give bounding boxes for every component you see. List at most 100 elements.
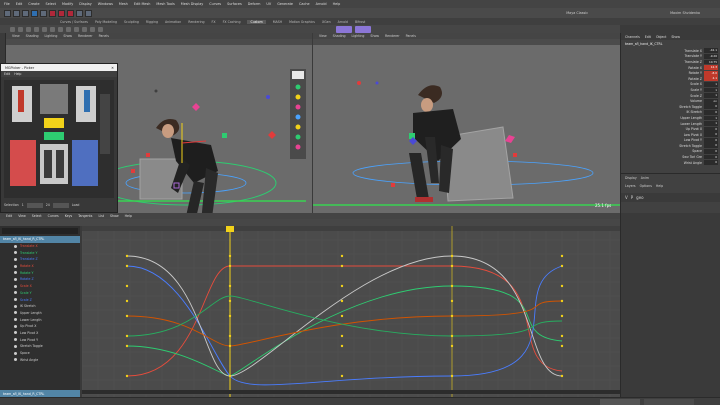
shelf-tool-icon[interactable] <box>82 26 87 32</box>
graph-menu-item-4[interactable]: Keys <box>65 214 72 218</box>
channel-tab-3[interactable]: Show <box>671 35 680 39</box>
graph-menu-item-6[interactable]: List <box>98 214 104 218</box>
channel-value-field[interactable]: -42.1 <box>704 48 718 54</box>
picker-button[interactable] <box>100 94 110 154</box>
menu-item-1[interactable]: Edit <box>16 2 23 6</box>
picker-field[interactable] <box>26 202 43 208</box>
menu-item-12[interactable]: Surfaces <box>227 2 242 6</box>
curve-list-item[interactable]: Low Pivot Y <box>0 336 80 343</box>
channel-node-name[interactable]: team_sfl_hand_IK_CTRL <box>621 40 720 48</box>
menu-item-4[interactable]: Modify <box>62 2 73 6</box>
curve-list-item[interactable]: Rotate Z <box>0 276 80 283</box>
shelf-tab-5[interactable]: Rendering <box>188 20 204 24</box>
menu-item-16[interactable]: Cache <box>299 2 310 6</box>
shelf-tab-0[interactable]: Curves / Surfaces <box>60 20 88 24</box>
curve-list-item[interactable]: Low Pivot X <box>0 330 80 337</box>
picker-button[interactable] <box>84 90 90 112</box>
shelf-tab-6[interactable]: FX <box>212 20 216 24</box>
layer-tab-1[interactable]: Anim <box>641 176 649 180</box>
picker-footer-mid[interactable]: 24 <box>46 203 50 207</box>
eye-icon[interactable] <box>14 318 17 322</box>
menu-item-7[interactable]: Mesh <box>119 2 128 6</box>
menu-item-9[interactable]: Mesh Tools <box>156 2 174 6</box>
curve-list-item[interactable]: Stretch Toggle <box>0 343 80 350</box>
channel-row[interactable]: Wrist Angle 0 <box>621 160 720 166</box>
shelf-tab-7[interactable]: FX Caching <box>223 20 241 24</box>
channel-value-field[interactable]: 1 <box>704 87 718 93</box>
curve-list-item[interactable]: Space <box>0 350 80 357</box>
channel-value-field[interactable]: 0 <box>704 126 718 132</box>
picker-button[interactable] <box>40 84 68 114</box>
channel-value-field[interactable]: 0 <box>704 132 718 138</box>
save-scene-icon[interactable] <box>22 9 29 17</box>
graph-menu-item-3[interactable]: Curves <box>48 214 59 218</box>
layer-tab-0[interactable]: Display <box>625 176 637 180</box>
curve-list-item[interactable]: Upper Length <box>0 310 80 317</box>
channel-value-field[interactable]: 10.75 <box>704 59 718 65</box>
channel-tab-0[interactable]: Channels <box>625 35 640 39</box>
curve-list-item[interactable]: Translate Z <box>0 256 80 263</box>
outliner-node[interactable]: team_sfl_IK_hand_R_CTRL <box>0 236 80 243</box>
graph-menu-item-2[interactable]: Select <box>32 214 42 218</box>
outliner-node-bottom[interactable]: team_sfl_IK_hand_R_CTRL <box>0 390 80 397</box>
eye-icon[interactable] <box>14 251 17 255</box>
channel-value-field[interactable]: 0 <box>704 137 718 143</box>
shelf-tab-1[interactable]: Poly Modeling <box>95 20 117 24</box>
menu-item-17[interactable]: Arnold <box>316 2 327 6</box>
curve-list-item[interactable]: Rotate X <box>0 263 80 270</box>
shelf-tool-icon[interactable] <box>90 26 95 32</box>
curve-list-item[interactable]: Lower Length <box>0 316 80 323</box>
shelf-tool-icon[interactable] <box>26 26 31 32</box>
channel-value-field[interactable]: 0 <box>704 154 718 160</box>
eye-icon[interactable] <box>14 291 17 295</box>
eye-icon[interactable] <box>14 271 17 275</box>
layer-menu-item-1[interactable]: Options <box>640 184 652 188</box>
time-slider[interactable] <box>0 397 720 405</box>
layer-menu-item-2[interactable]: Help <box>656 184 663 188</box>
channel-value-field[interactable]: 0 <box>704 104 718 110</box>
picker-canvas[interactable] <box>4 80 114 198</box>
menu-item-18[interactable]: Help <box>333 2 341 6</box>
layer-menu-item-0[interactable]: Layers <box>625 184 636 188</box>
snap-curve-icon[interactable] <box>58 9 65 17</box>
layer-name[interactable]: geo <box>636 195 643 200</box>
channel-value-field[interactable]: -8.0 <box>704 70 718 76</box>
eye-icon[interactable] <box>14 244 17 248</box>
shelf-custom-icon[interactable] <box>336 25 352 33</box>
shelf-tab-2[interactable]: Sculpting <box>124 20 139 24</box>
menu-item-10[interactable]: Mesh Display <box>181 2 204 6</box>
shelf-tab-13[interactable]: Bifrost <box>355 20 365 24</box>
picker-menu-item-0[interactable]: Edit <box>4 72 10 76</box>
new-scene-icon[interactable] <box>4 9 11 17</box>
graph-menu-item-8[interactable]: Help <box>125 214 132 218</box>
channel-value-field[interactable]: on <box>704 98 718 104</box>
shelf-tab-12[interactable]: Arnold <box>338 20 348 24</box>
picker-window[interactable]: MGPicker - Picker ✕ Edit Help Selection 1… <box>0 63 118 213</box>
channel-value-field[interactable]: 0 <box>704 160 718 166</box>
curve-list-item[interactable]: Translate X <box>0 243 80 250</box>
channel-value-field[interactable]: 4.1 <box>704 76 718 82</box>
picker-load-button[interactable]: Load <box>72 203 80 207</box>
shelf-tool-icon[interactable] <box>50 26 55 32</box>
picker-field[interactable] <box>52 202 69 208</box>
shelf-tool-icon[interactable] <box>42 26 47 32</box>
picker-button[interactable] <box>44 132 64 140</box>
curve-list-item[interactable]: IK Stretch <box>0 303 80 310</box>
menu-item-2[interactable]: Create <box>28 2 39 6</box>
shelf-tool-icon[interactable] <box>58 26 63 32</box>
channel-value-field[interactable]: -9.26 <box>704 53 718 59</box>
graph-menu-item-0[interactable]: Edit <box>6 214 12 218</box>
layer-row[interactable]: V P geo <box>621 193 720 202</box>
shelf-tool-icon[interactable] <box>18 26 23 32</box>
shelf-tab-3[interactable]: Rigging <box>146 20 158 24</box>
eye-icon[interactable] <box>14 284 17 288</box>
curve-list-item[interactable]: Scale Y <box>0 290 80 297</box>
picker-button[interactable] <box>44 150 52 178</box>
snap-grid-icon[interactable] <box>49 9 56 17</box>
menu-item-6[interactable]: Windows <box>98 2 113 6</box>
eye-icon[interactable] <box>14 298 17 302</box>
eye-icon[interactable] <box>14 344 17 348</box>
eye-icon[interactable] <box>14 311 17 315</box>
channel-tab-1[interactable]: Edit <box>645 35 651 39</box>
viewport-right[interactable]: View Shading Lighting Show Renderer Panels <box>313 33 620 213</box>
